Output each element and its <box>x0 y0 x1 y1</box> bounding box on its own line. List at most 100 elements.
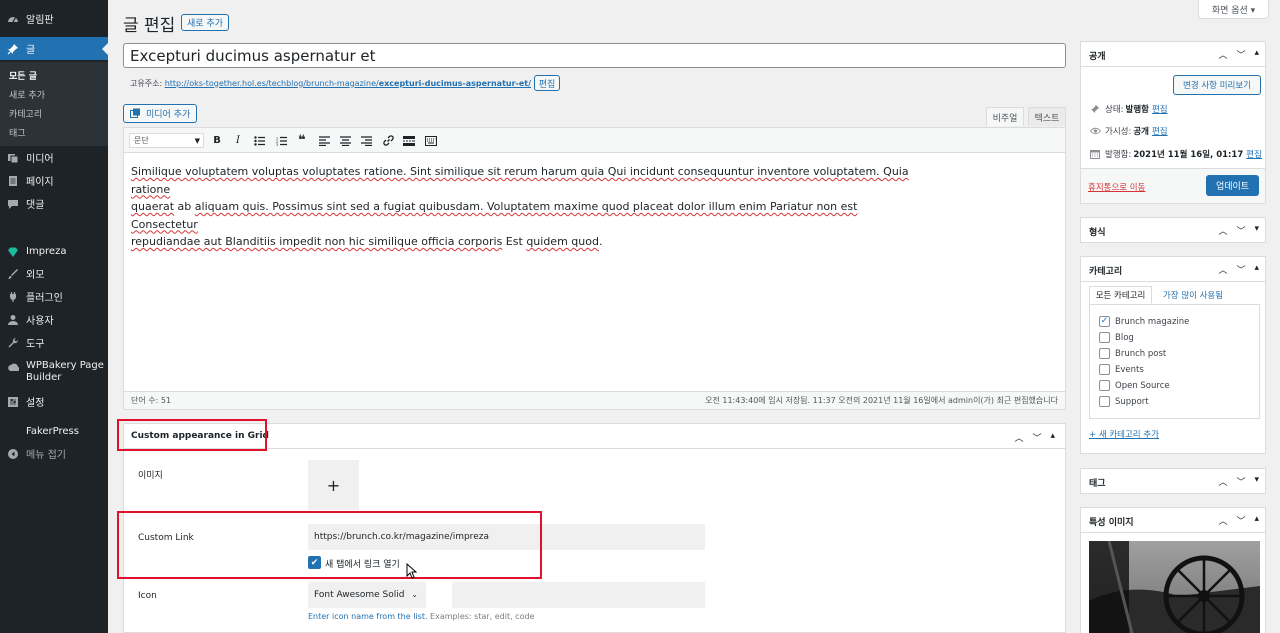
checkbox[interactable] <box>1099 332 1110 343</box>
screen-options-button[interactable]: 화면 옵션 ▾ <box>1198 0 1269 19</box>
menu-settings[interactable]: 설정 <box>0 390 108 413</box>
move-down-icon[interactable]: ﹀ <box>1236 475 1245 488</box>
menu-dashboard[interactable]: 알림판 <box>0 7 108 30</box>
link-icon[interactable] <box>381 133 395 148</box>
submenu-categories[interactable]: 카테고리 <box>9 107 42 120</box>
move-up-icon[interactable]: ︿ <box>1218 475 1227 488</box>
menu-label: 메뉴 접기 <box>26 450 66 461</box>
add-new-button[interactable]: 새로 추가 <box>181 14 229 31</box>
menu-tools[interactable]: 도구 <box>0 331 108 354</box>
update-button[interactable]: 업데이트 <box>1206 175 1259 196</box>
add-media-button[interactable]: 미디어 추가 <box>123 104 197 123</box>
preview-changes-button[interactable]: 변경 사항 미리보기 <box>1173 75 1261 95</box>
permalink-edit-button[interactable]: 편집 <box>534 75 561 91</box>
category-item[interactable]: Open Source <box>1099 380 1170 391</box>
featured-image[interactable] <box>1089 541 1260 633</box>
collapse-toggle-icon[interactable]: ▴ <box>1254 263 1259 276</box>
icon-set-select[interactable]: Font Awesome Solid ⌄ <box>308 582 426 608</box>
collapse-toggle-icon[interactable]: ▾ <box>1254 475 1259 488</box>
icon-name-input[interactable] <box>452 582 705 608</box>
bullet-list-icon[interactable] <box>252 133 266 148</box>
visibility-edit-link[interactable]: 편집 <box>1152 125 1168 137</box>
featured-header[interactable]: 특성 이미지 ︿ ﹀ ▴ <box>1081 508 1265 533</box>
editor-text: . <box>598 235 603 248</box>
media-icon <box>6 151 20 165</box>
menu-comments[interactable]: 댓글 <box>0 192 108 215</box>
tab-all-categories[interactable]: 모든 카테고리 <box>1089 286 1152 304</box>
editor-content[interactable]: Similique voluptatem voluptas voluptates… <box>131 163 911 251</box>
move-down-icon[interactable]: ﹀ <box>1236 48 1245 61</box>
move-down-icon[interactable]: ﹀ <box>1032 431 1041 444</box>
read-more-icon[interactable] <box>402 133 416 148</box>
move-to-trash-link[interactable]: 휴지통으로 이동 <box>1088 181 1145 193</box>
move-down-icon[interactable]: ﹀ <box>1236 514 1245 527</box>
icon-list-link[interactable]: Enter icon name from the list. <box>308 612 428 621</box>
submenu-add-new[interactable]: 새로 추가 <box>9 88 45 101</box>
move-up-icon[interactable]: ︿ <box>1218 263 1227 276</box>
checkbox[interactable] <box>1099 380 1110 391</box>
status-row: 상태: 발행함 편집 <box>1089 103 1168 115</box>
wrench-icon <box>6 336 20 350</box>
italic-icon[interactable]: I <box>231 133 245 148</box>
category-item[interactable]: Events <box>1099 364 1144 375</box>
move-down-icon[interactable]: ﹀ <box>1236 224 1245 237</box>
checkbox[interactable] <box>1099 364 1110 375</box>
add-new-category-link[interactable]: + 새 카테고리 추가 <box>1089 428 1159 440</box>
align-right-icon[interactable] <box>359 133 373 148</box>
category-label: Brunch post <box>1115 348 1167 359</box>
menu-media[interactable]: 미디어 <box>0 146 108 169</box>
menu-impreza[interactable]: Impreza <box>0 240 108 263</box>
collapse-toggle-icon[interactable]: ▴ <box>1254 48 1259 61</box>
featured-title: 특성 이미지 <box>1089 518 1134 528</box>
collapse-toggle-icon[interactable]: ▾ <box>1254 224 1259 237</box>
category-header[interactable]: 카테고리 ︿ ﹀ ▴ <box>1081 257 1265 282</box>
menu-posts[interactable]: 글 <box>0 37 108 60</box>
format-select[interactable]: 문단 ▼ <box>129 133 204 148</box>
checkbox[interactable] <box>1099 396 1110 407</box>
checkbox[interactable] <box>1099 348 1110 359</box>
tab-visual[interactable]: 비주얼 <box>986 107 1024 126</box>
menu-wpbakery[interactable]: WPBakery Page Builder <box>0 360 108 388</box>
comment-icon <box>6 197 20 211</box>
collapse-toggle-icon[interactable]: ▴ <box>1254 514 1259 527</box>
published-value: 2021년 11월 16일, 01:17 <box>1133 150 1244 160</box>
menu-fakerpress[interactable]: FakerPress <box>0 420 108 443</box>
submenu-tags[interactable]: 태그 <box>9 126 26 139</box>
move-up-icon[interactable]: ︿ <box>1218 514 1227 527</box>
tab-most-used[interactable]: 가장 많이 사용됨 <box>1154 286 1232 304</box>
align-center-icon[interactable] <box>338 133 352 148</box>
menu-appearance[interactable]: 외모 <box>0 262 108 285</box>
move-down-icon[interactable]: ﹀ <box>1236 263 1245 276</box>
post-title-input[interactable]: Excepturi ducimus aspernatur et <box>123 43 1066 68</box>
move-up-icon[interactable]: ︿ <box>1218 48 1227 61</box>
publish-box: 공개 ︿ ﹀ ▴ 변경 사항 미리보기 상태: 발행함 편집 가시성: 공개 편집 발행함:… <box>1080 41 1266 204</box>
visibility-row: 가시성: 공개 편집 <box>1089 125 1168 137</box>
category-item[interactable]: Brunch post <box>1099 348 1166 359</box>
bold-icon[interactable]: B <box>210 133 224 148</box>
format-header[interactable]: 형식 ︿ ﹀ ▾ <box>1081 218 1265 243</box>
checkbox[interactable]: ✓ <box>1099 316 1110 327</box>
quote-icon[interactable]: ❝ <box>295 133 309 148</box>
category-item[interactable]: ✓ Brunch magazine <box>1099 316 1189 327</box>
numbered-list-icon[interactable]: 123 <box>274 133 288 148</box>
category-item[interactable]: Blog <box>1099 332 1134 343</box>
menu-collapse[interactable]: 메뉴 접기 <box>0 442 108 465</box>
category-item[interactable]: Support <box>1099 396 1149 407</box>
publish-header[interactable]: 공개 ︿ ﹀ ▴ <box>1081 42 1265 67</box>
collapse-toggle-icon[interactable]: ▴ <box>1050 431 1055 444</box>
published-edit-link[interactable]: 편집 <box>1246 148 1262 160</box>
menu-plugins[interactable]: 플러그인 <box>0 285 108 308</box>
add-image-button[interactable]: + <box>308 460 359 510</box>
align-left-icon[interactable] <box>317 133 331 148</box>
permalink-url[interactable]: http://oks-together.hol.es/techblog/brun… <box>165 79 531 88</box>
menu-users[interactable]: 사용자 <box>0 308 108 331</box>
move-up-icon[interactable]: ︿ <box>1014 431 1023 444</box>
tag-header[interactable]: 태그 ︿ ﹀ ▾ <box>1081 469 1265 494</box>
submenu-all-posts[interactable]: 모든 글 <box>9 69 37 82</box>
toolbar-toggle-icon[interactable] <box>424 133 438 148</box>
editor-text: Est <box>502 235 527 248</box>
move-up-icon[interactable]: ︿ <box>1218 224 1227 237</box>
tab-text[interactable]: 텍스트 <box>1028 107 1066 126</box>
menu-pages[interactable]: 페이지 <box>0 169 108 192</box>
status-edit-link[interactable]: 편집 <box>1152 103 1168 115</box>
